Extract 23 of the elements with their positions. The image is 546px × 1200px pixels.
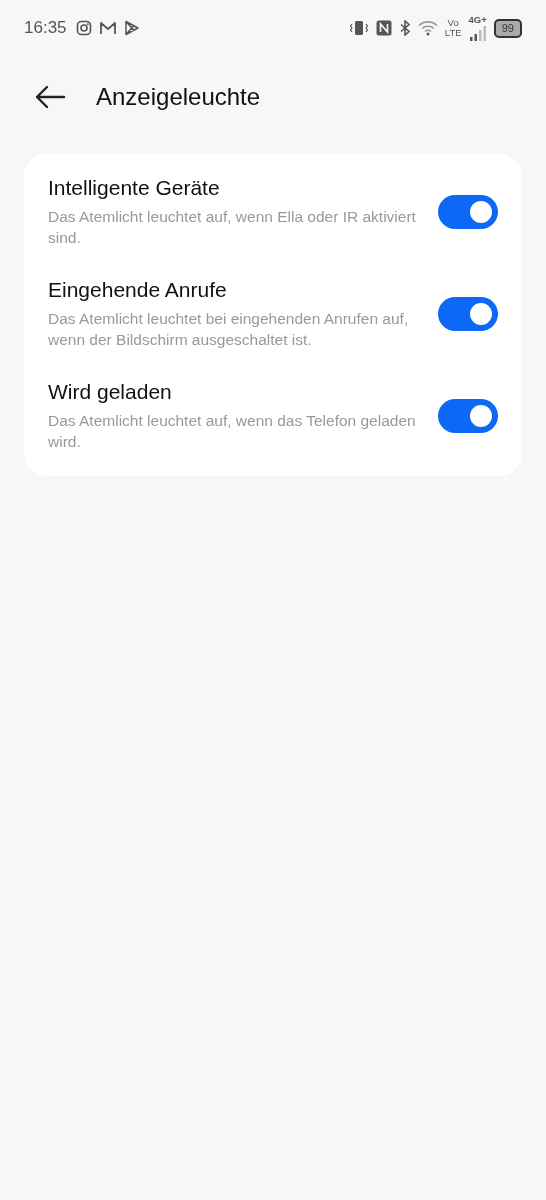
setting-title: Intelligente Geräte (48, 176, 221, 200)
toggle-switch[interactable] (438, 297, 498, 331)
toggle-switch[interactable] (438, 399, 498, 433)
nfc-icon (375, 20, 392, 36)
setting-description: Das Atemlicht leuchtet auf, wenn das Telefon geladen wird. (48, 411, 417, 452)
signal-icon (468, 25, 487, 41)
vibrate-icon (348, 20, 369, 36)
toggle-switch[interactable] (438, 195, 498, 229)
battery-indicator: 99 (493, 18, 522, 38)
network-type-label: 4G+ (468, 15, 487, 25)
wifi-icon (417, 20, 438, 36)
setting-title: Wird geladen (48, 380, 173, 404)
play-store-icon (123, 20, 140, 36)
volte-label: LTE (444, 28, 462, 38)
setting-description: Das Atemlicht leuchtet auf, wenn Ella oder IR aktiviert sind. (48, 207, 417, 248)
camera-app-icon (75, 20, 92, 36)
setting-title: Eingehende Anrufe (48, 278, 228, 302)
page-title: Anzeigeleuchte (96, 83, 261, 111)
setting-description: Das Atemlicht leuchtet bei eingehenden Anrufen auf, wenn der Bildschirm ausgeschaltet ist. (48, 309, 410, 350)
bluetooth-icon (398, 20, 411, 36)
mail-app-icon (98, 21, 117, 35)
status-time: 16:35 (24, 18, 67, 38)
volte-label: Vo (447, 18, 459, 28)
